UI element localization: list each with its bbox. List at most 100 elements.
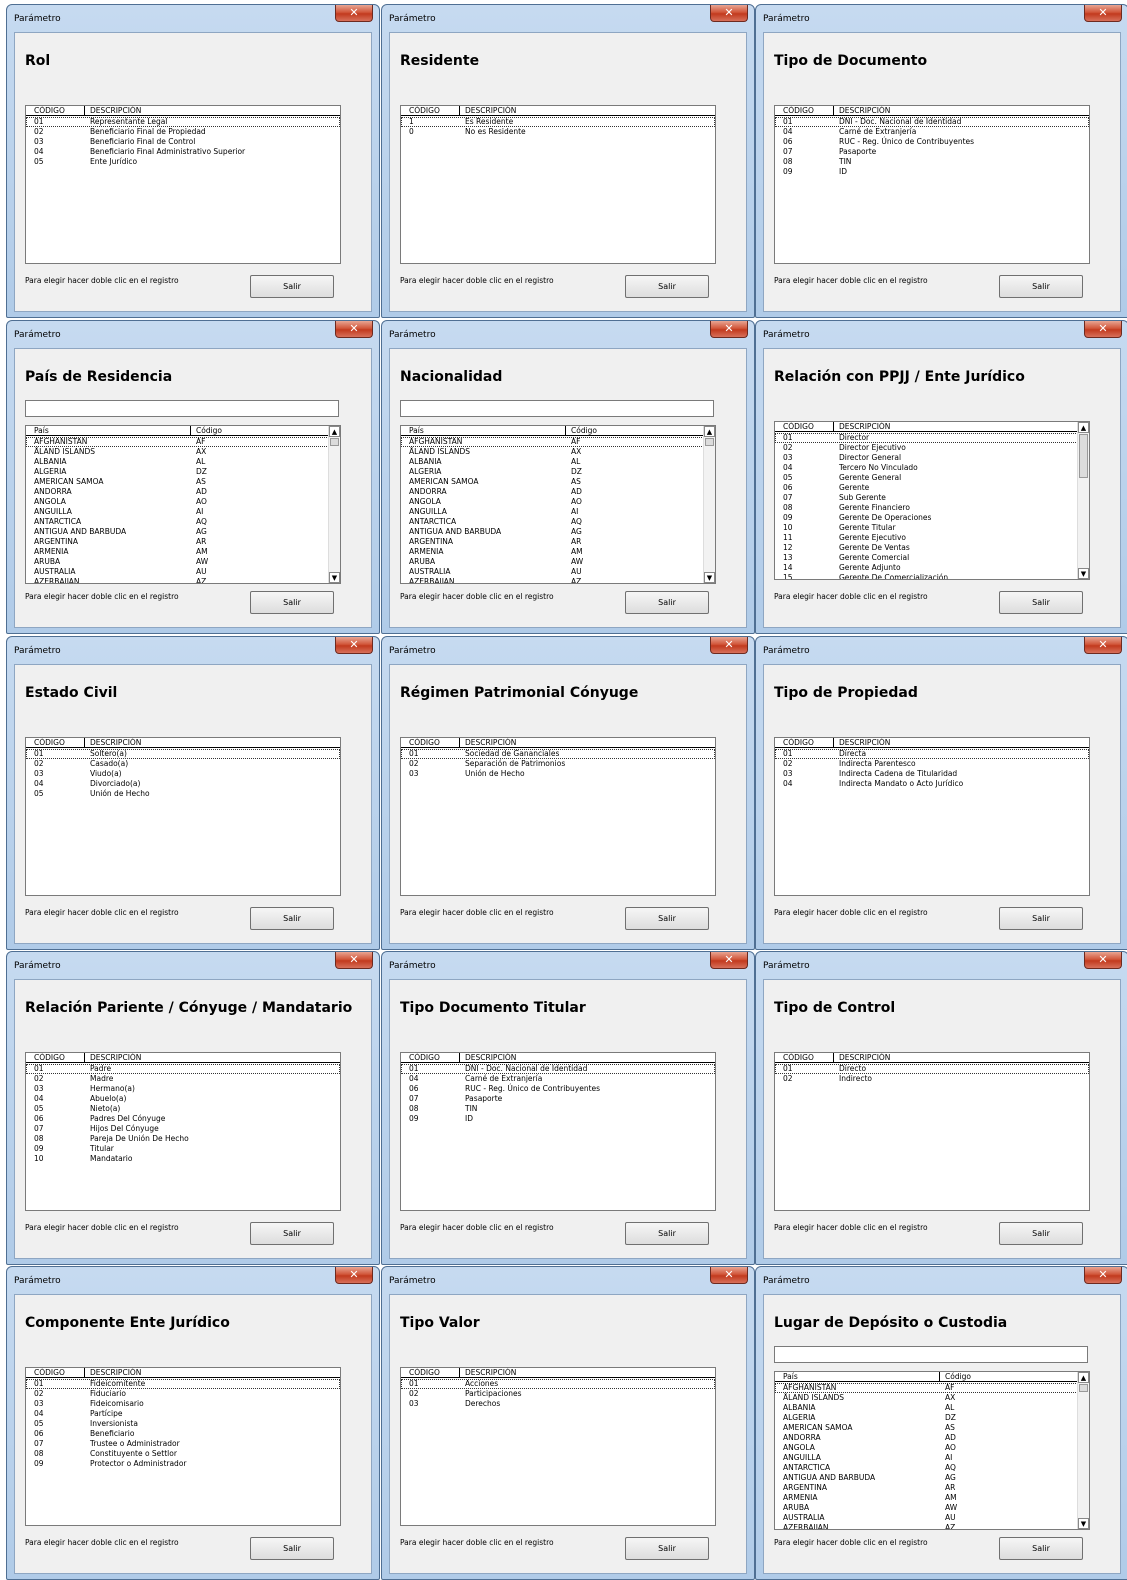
- close-button[interactable]: ✕: [335, 952, 373, 969]
- list-item[interactable]: 09 Gerente De Operaciones: [775, 513, 1078, 523]
- exit-button[interactable]: Salir: [250, 1537, 334, 1560]
- close-button[interactable]: ✕: [335, 5, 373, 22]
- close-button[interactable]: ✕: [1084, 5, 1122, 22]
- list-item[interactable]: ANDORRA AD: [401, 487, 704, 497]
- list-item[interactable]: ANTARCTICA AQ: [775, 1463, 1078, 1473]
- list-item[interactable]: AZERBAIJAN AZ: [775, 1523, 1078, 1529]
- exit-button[interactable]: Salir: [999, 907, 1083, 930]
- list-item[interactable]: AMERICAN SAMOA AS: [401, 477, 704, 487]
- country-list[interactable]: País Código AFGHANISTAN AF ÅLAND ISLANDS AX AL…: [774, 1371, 1090, 1530]
- code-list[interactable]: CÓDIGO DESCRIPCIÓN 01 Acciones 02 Participaci…: [400, 1367, 716, 1526]
- list-item[interactable]: 09 Titular: [26, 1144, 340, 1154]
- list-item[interactable]: AUSTRALIA AU: [401, 567, 704, 577]
- exit-button[interactable]: Salir: [625, 275, 709, 298]
- list-item[interactable]: 15 Gerente De Comercialización: [775, 573, 1078, 579]
- scroll-up-arrow-icon[interactable]: ▲: [704, 426, 715, 437]
- title-bar[interactable]: Parámetro ✕: [382, 637, 754, 663]
- list-item[interactable]: 07 Hijos Del Cónyuge: [26, 1124, 340, 1134]
- exit-button[interactable]: Salir: [999, 275, 1083, 298]
- scroll-thumb[interactable]: [330, 438, 339, 446]
- list-item[interactable]: ARUBA AW: [775, 1503, 1078, 1513]
- list-item[interactable]: 04 Beneficiario Final Administrativo Supe…: [26, 147, 340, 157]
- list-item[interactable]: AFGHANISTAN AF: [775, 1383, 1078, 1393]
- list-item[interactable]: 03 Hermano(a): [26, 1084, 340, 1094]
- list-item[interactable]: 02 Indirecto: [775, 1074, 1089, 1084]
- title-bar[interactable]: Parámetro ✕: [382, 321, 754, 347]
- scroll-down-arrow-icon[interactable]: ▼: [1078, 1518, 1089, 1529]
- title-bar[interactable]: Parámetro ✕: [7, 5, 379, 31]
- list-item[interactable]: 08 TIN: [401, 1104, 715, 1114]
- list-item[interactable]: 06 RUC - Reg. Único de Contribuyentes: [401, 1084, 715, 1094]
- code-list[interactable]: CÓDIGO DESCRIPCIÓN 01 Sociedad de Ganancial…: [400, 737, 716, 896]
- list-item[interactable]: 04 Carné de Extranjería: [401, 1074, 715, 1084]
- list-item[interactable]: ALBANIA AL: [775, 1403, 1078, 1413]
- list-item[interactable]: 12 Gerente De Ventas: [775, 543, 1078, 553]
- title-bar[interactable]: Parámetro ✕: [7, 637, 379, 663]
- list-item[interactable]: ARGENTINA AR: [26, 537, 329, 547]
- vertical-scrollbar[interactable]: ▲ ▼: [1077, 422, 1089, 579]
- close-button[interactable]: ✕: [335, 321, 373, 338]
- title-bar[interactable]: Parámetro ✕: [382, 1267, 754, 1293]
- list-item[interactable]: ANGOLA AO: [775, 1443, 1078, 1453]
- scroll-up-arrow-icon[interactable]: ▲: [329, 426, 340, 437]
- title-bar[interactable]: Parámetro ✕: [756, 637, 1127, 663]
- list-item[interactable]: 05 Nieto(a): [26, 1104, 340, 1114]
- list-item[interactable]: AFGHANISTAN AF: [401, 437, 704, 447]
- code-list[interactable]: CÓDIGO DESCRIPCIÓN 01 Padre 02 Madre 03 Hermano…: [25, 1052, 341, 1211]
- code-list[interactable]: CÓDIGO DESCRIPCIÓN 01 Representante Legal 02…: [25, 105, 341, 264]
- list-item[interactable]: 01 Representante Legal: [26, 117, 340, 127]
- list-item[interactable]: 02 Director Ejecutivo: [775, 443, 1078, 453]
- list-item[interactable]: 01 Director: [775, 433, 1078, 443]
- list-item[interactable]: ALBANIA AL: [26, 457, 329, 467]
- list-item[interactable]: 08 Gerente Financiero: [775, 503, 1078, 513]
- exit-button[interactable]: Salir: [625, 907, 709, 930]
- list-item[interactable]: 04 Abuelo(a): [26, 1094, 340, 1104]
- list-item[interactable]: 01 DNI - Doc. Nacional de Identidad: [775, 117, 1089, 127]
- scroll-thumb[interactable]: [1079, 1384, 1088, 1392]
- close-button[interactable]: ✕: [1084, 952, 1122, 969]
- list-item[interactable]: 05 Inversionista: [26, 1419, 340, 1429]
- list-item[interactable]: ARMENIA AM: [26, 547, 329, 557]
- list-item[interactable]: ANTIGUA AND BARBUDA AG: [26, 527, 329, 537]
- code-list[interactable]: CÓDIGO DESCRIPCIÓN 01 Fideicomitente 02 Fiduc…: [25, 1367, 341, 1526]
- list-item[interactable]: 08 Constituyente o Settlor: [26, 1449, 340, 1459]
- list-item[interactable]: 06 Beneficiario: [26, 1429, 340, 1439]
- list-item[interactable]: 03 Unión de Hecho: [401, 769, 715, 779]
- close-button[interactable]: ✕: [710, 637, 748, 654]
- list-item[interactable]: 01 DNI - Doc. Nacional de Identidad: [401, 1064, 715, 1074]
- list-item[interactable]: 05 Ente Jurídico: [26, 157, 340, 167]
- country-list[interactable]: País Código AFGHANISTAN AF ÅLAND ISLANDS AX AL…: [400, 425, 716, 584]
- list-item[interactable]: ARUBA AW: [401, 557, 704, 567]
- title-bar[interactable]: Parámetro ✕: [382, 5, 754, 31]
- list-item[interactable]: AUSTRALIA AU: [775, 1513, 1078, 1523]
- list-item[interactable]: 09 ID: [775, 167, 1089, 177]
- list-item[interactable]: AMERICAN SAMOA AS: [775, 1423, 1078, 1433]
- list-item[interactable]: 1 Es Residente: [401, 117, 715, 127]
- exit-button[interactable]: Salir: [625, 1222, 709, 1245]
- list-item[interactable]: 04 Partícipe: [26, 1409, 340, 1419]
- list-item[interactable]: 01 Acciones: [401, 1379, 715, 1389]
- list-item[interactable]: 01 Directo: [775, 1064, 1089, 1074]
- close-button[interactable]: ✕: [710, 321, 748, 338]
- code-list[interactable]: CÓDIGO DESCRIPCIÓN 01 Directa 02 Indirecta Pa…: [774, 737, 1090, 896]
- list-item[interactable]: AMERICAN SAMOA AS: [26, 477, 329, 487]
- code-list[interactable]: CÓDIGO DESCRIPCIÓN 01 DNI - Doc. Nacional d…: [400, 1052, 716, 1211]
- scroll-thumb[interactable]: [705, 438, 714, 446]
- exit-button[interactable]: Salir: [999, 1537, 1083, 1560]
- list-item[interactable]: 01 Soltero(a): [26, 749, 340, 759]
- list-item[interactable]: 07 Pasaporte: [775, 147, 1089, 157]
- list-item[interactable]: 13 Gerente Comercial: [775, 553, 1078, 563]
- list-item[interactable]: ANGUILLA AI: [775, 1453, 1078, 1463]
- list-item[interactable]: 14 Gerente Adjunto: [775, 563, 1078, 573]
- list-item[interactable]: 02 Separación de Patrimonios: [401, 759, 715, 769]
- list-item[interactable]: 02 Beneficiario Final de Propiedad: [26, 127, 340, 137]
- list-item[interactable]: ÅLAND ISLANDS AX: [26, 447, 329, 457]
- title-bar[interactable]: Parámetro ✕: [756, 952, 1127, 978]
- list-item[interactable]: 01 Directa: [775, 749, 1089, 759]
- vertical-scrollbar[interactable]: ▲ ▼: [703, 426, 715, 583]
- list-item[interactable]: ANDORRA AD: [26, 487, 329, 497]
- list-item[interactable]: 03 Fideicomisario: [26, 1399, 340, 1409]
- list-item[interactable]: 06 RUC - Reg. Único de Contribuyentes: [775, 137, 1089, 147]
- list-item[interactable]: ÅLAND ISLANDS AX: [775, 1393, 1078, 1403]
- list-item[interactable]: 09 ID: [401, 1114, 715, 1124]
